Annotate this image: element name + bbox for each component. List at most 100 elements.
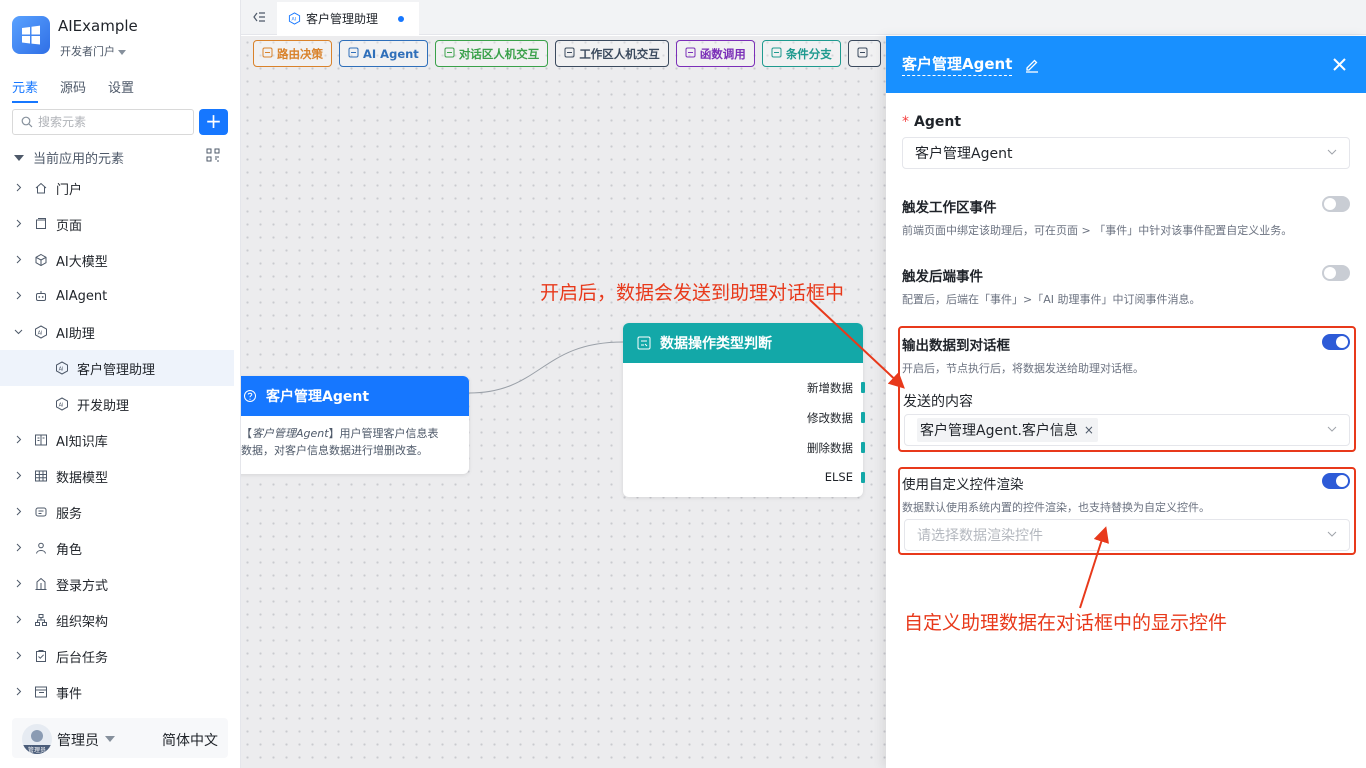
tab-source[interactable]: 源码 (60, 77, 86, 103)
svg-text:AI: AI (59, 366, 64, 372)
sidebar-item-5[interactable]: AI 客户管理助理 (0, 350, 234, 386)
avatar[interactable]: 管理员 (22, 724, 52, 754)
chevron-down-icon (1327, 149, 1337, 155)
tab-customer-assistant[interactable]: AI 客户管理助理 (277, 2, 419, 35)
sidebar-item-10[interactable]: 角色 (0, 530, 234, 566)
app-header: AIExample 开发者门户 (12, 16, 138, 58)
sidebar-item-11[interactable]: 登录方式 (0, 566, 234, 602)
judge-node[interactable]: 数据操作类型判断 新增数据 修改数据 删除数据 ELSE (623, 323, 866, 497)
agent-node-title: 客户管理Agent (266, 389, 370, 405)
chevron-down-icon (118, 49, 126, 55)
output-switch[interactable] (1322, 334, 1350, 350)
sidebar-item-label: 数据模型 (56, 470, 109, 486)
send-content-select[interactable]: 客户管理Agent.客户信息 × (904, 414, 1350, 446)
agent-node[interactable]: 客户管理Agent 【客户管理Agent】用户管理客户信息表 数据，对客户信息数据… (241, 376, 469, 474)
agent-select[interactable]: 客户管理Agent (902, 137, 1350, 169)
search-icon (21, 116, 33, 128)
render-control-placeholder: 请选择数据渲染控件 (917, 528, 1043, 544)
chevron-down-icon[interactable] (105, 736, 115, 742)
branch-modify[interactable]: 修改数据 (807, 410, 865, 426)
svg-text:AI: AI (59, 402, 64, 408)
sidebar-item-1[interactable]: 页面 (0, 206, 234, 242)
agent-icon (244, 390, 256, 402)
sidebar-item-14[interactable]: 事件 (0, 674, 234, 710)
task-icon (34, 649, 48, 663)
branch-delete[interactable]: 删除数据 (807, 440, 865, 456)
collapse-sidebar-icon[interactable] (252, 10, 266, 24)
sidebar-item-8[interactable]: 数据模型 (0, 458, 234, 494)
chevron-right-icon[interactable] (14, 578, 24, 591)
user-bar: 管理员 管理员 简体中文 (12, 718, 228, 758)
sidebar-item-2[interactable]: AI大模型 (0, 242, 234, 278)
trigger-workspace-switch[interactable] (1322, 196, 1350, 212)
output-title: 输出数据到对话框 (902, 338, 1010, 354)
remove-tag-icon[interactable]: × (1084, 423, 1094, 437)
chevron-right-icon[interactable] (14, 218, 24, 231)
chevron-right-icon[interactable] (14, 542, 24, 555)
sidebar-item-7[interactable]: AI知识库 (0, 422, 234, 458)
ai-assistant-icon: AI (288, 12, 301, 25)
close-icon[interactable] (1332, 57, 1347, 72)
chevron-right-icon[interactable] (14, 470, 24, 483)
output-row: 输出数据到对话框 开启后，节点执行后，将数据发送给助理对话框。 (902, 334, 1350, 376)
sidebar-item-9[interactable]: 服务 (0, 494, 234, 530)
sidebar-item-label: AI大模型 (56, 254, 108, 270)
section-current-app[interactable]: 当前应用的元素 (14, 148, 224, 167)
required-mark: * (902, 114, 909, 130)
agent-select-value: 客户管理Agent (915, 146, 1013, 162)
sidebar-item-12[interactable]: 组织架构 (0, 602, 234, 638)
chevron-right-icon[interactable] (14, 254, 24, 267)
custom-render-switch[interactable] (1322, 473, 1350, 489)
node-config-drawer: 客户管理Agent * Agent 客户管理Agent 触发工作区事件 前端页面中… (886, 36, 1366, 768)
add-element-button[interactable]: + (199, 109, 228, 135)
app-name: AIExample (58, 17, 138, 35)
user-name[interactable]: 管理员 (57, 730, 99, 750)
chevron-right-icon[interactable] (14, 650, 24, 663)
sidebar-item-3[interactable]: AIAgent (0, 278, 234, 314)
model-icon (34, 253, 48, 267)
sidebar-item-4[interactable]: AI AI助理 (0, 314, 234, 350)
sidebar-item-label: AI助理 (56, 326, 95, 342)
branch-else[interactable]: ELSE (825, 470, 866, 484)
chevron-right-icon[interactable] (14, 434, 24, 447)
svg-text:AI: AI (292, 17, 297, 23)
branch-add[interactable]: 新增数据 (807, 380, 865, 396)
render-control-select[interactable]: 请选择数据渲染控件 (904, 519, 1350, 551)
locate-icon[interactable] (206, 148, 220, 162)
tab-settings[interactable]: 设置 (108, 77, 134, 103)
portal-switcher[interactable]: 开发者门户 (60, 43, 126, 59)
chevron-down-icon (1327, 426, 1337, 432)
chevron-right-icon[interactable] (14, 686, 24, 699)
search-input[interactable] (38, 115, 178, 129)
drawer-header: 客户管理Agent (886, 36, 1366, 93)
event-icon (34, 685, 48, 699)
sidebar-item-13[interactable]: 后台任务 (0, 638, 234, 674)
output-port[interactable] (456, 389, 462, 399)
trigger-workspace-desc: 前端页面中绑定该助理后，可在页面 > 「事件」中针对该事件配置自定义业务。 (902, 224, 1293, 237)
trigger-backend-row: 触发后端事件 配置后，后端在「事件」>「AI 助理事件」中订阅事件消息。 (902, 265, 1350, 307)
send-content-label: 发送的内容 (903, 394, 973, 410)
ai-assistant-icon: AI (34, 325, 48, 339)
sidebar-item-label: 服务 (56, 506, 83, 522)
sidebar-item-label: 事件 (56, 686, 83, 702)
trigger-backend-title: 触发后端事件 (902, 269, 983, 285)
chevron-right-icon[interactable] (14, 506, 24, 519)
flow-canvas[interactable]: 路由决策 AI Agent 对话区人机交互 工作区人机交互 函数调用 条件分支 客户管理A… (241, 36, 886, 768)
chevron-right-icon[interactable] (14, 614, 24, 627)
chevron-right-icon[interactable] (14, 182, 24, 195)
chevron-right-icon[interactable] (14, 290, 24, 303)
sidebar-item-0[interactable]: 门户 (0, 170, 234, 206)
login-icon (34, 577, 48, 591)
sidebar-item-label: AI知识库 (56, 434, 108, 450)
language-switcher[interactable]: 简体中文 (162, 730, 218, 750)
element-tree: 门户 页面 AI大模型 AIAgent AI AI助理 AI 客户管理助理 AI 开发助理 AI知识… (0, 170, 234, 710)
edit-icon[interactable] (1024, 57, 1040, 73)
tab-elements[interactable]: 元素 (12, 77, 39, 103)
tab-label: 客户管理助理 (306, 12, 379, 26)
chevron-down-icon[interactable] (14, 326, 24, 339)
svg-text:AI: AI (38, 330, 43, 336)
sidebar-item-6[interactable]: AI 开发助理 (0, 386, 234, 422)
judge-icon (637, 336, 651, 350)
drawer-title[interactable]: 客户管理Agent (902, 53, 1013, 76)
trigger-backend-switch[interactable] (1322, 265, 1350, 281)
